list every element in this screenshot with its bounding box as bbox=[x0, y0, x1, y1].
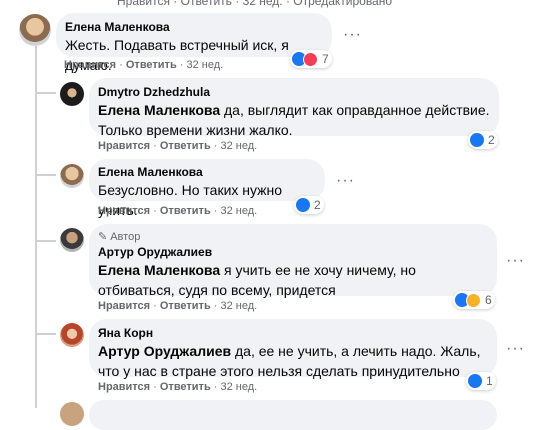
more-options-icon[interactable]: ··· bbox=[506, 252, 525, 270]
love-reaction-icon bbox=[303, 51, 318, 67]
comment-bubble: ✎ Автор Артур Оруджалиев Елена Маленкова … bbox=[89, 224, 497, 298]
comment-author[interactable]: Dmytro Dzhedzhula bbox=[98, 84, 490, 100]
like-reaction-icon bbox=[296, 198, 310, 212]
reply-connector bbox=[36, 240, 56, 242]
comment-text: Артур Оруджалиев да, ее не учить, а лечи… bbox=[98, 343, 481, 379]
avatar[interactable] bbox=[19, 14, 51, 46]
avatar[interactable] bbox=[60, 164, 84, 188]
timestamp[interactable]: 32 нед. bbox=[187, 59, 224, 71]
reply-button[interactable]: Ответить bbox=[160, 381, 211, 393]
reaction-count: 1 bbox=[486, 374, 493, 388]
timestamp[interactable]: 32 нед. bbox=[221, 381, 258, 393]
timestamp[interactable]: 32 нед. bbox=[221, 140, 258, 152]
author-badge: ✎ Автор bbox=[98, 231, 141, 243]
reply-connector bbox=[36, 174, 56, 176]
avatar[interactable] bbox=[60, 323, 84, 347]
more-options-icon[interactable]: ··· bbox=[343, 26, 362, 44]
comment-author[interactable]: Елена Маленкова bbox=[65, 19, 323, 35]
reaction-count: 2 bbox=[314, 198, 321, 212]
comment-bubble: Елена Маленкова Жесть. Подавать встречны… bbox=[56, 13, 332, 73]
like-button[interactable]: Нравится bbox=[98, 140, 150, 152]
pen-icon: ✎ bbox=[98, 231, 108, 243]
timestamp[interactable]: 32 нед. bbox=[221, 205, 258, 217]
comment-text: Елена Маленкова да, выглядит как оправда… bbox=[98, 102, 490, 138]
reactions-summary[interactable]: 1 bbox=[466, 372, 496, 390]
comment-actions: Нравится · Ответить · 32 нед. bbox=[98, 140, 258, 152]
reply-button[interactable]: Ответить bbox=[126, 59, 177, 71]
comment-author[interactable]: Елена Маленкова bbox=[98, 164, 316, 180]
haha-reaction-icon bbox=[466, 292, 481, 308]
reaction-count: 6 bbox=[485, 293, 492, 307]
more-options-icon[interactable]: ··· bbox=[506, 340, 525, 358]
comment-actions: Нравится · Ответить · 32 нед. bbox=[64, 59, 224, 71]
reply-button[interactable]: Ответить bbox=[160, 300, 211, 312]
like-button[interactable]: Нравится bbox=[98, 300, 150, 312]
reply-button[interactable]: Ответить bbox=[160, 205, 211, 217]
comment-bubble: Яна Корн Артур Оруджалиев да, ее не учит… bbox=[89, 319, 497, 379]
like-button[interactable]: Нравится bbox=[98, 381, 150, 393]
like-button[interactable]: Нравится bbox=[64, 59, 116, 71]
like-reaction-icon bbox=[470, 133, 484, 147]
reactions-summary[interactable]: 6 bbox=[453, 291, 495, 309]
comment-actions: Нравится · Ответить · 32 нед. bbox=[98, 300, 258, 312]
avatar[interactable] bbox=[60, 402, 84, 426]
comment-bubble bbox=[89, 400, 497, 430]
like-button[interactable]: Нравится bbox=[98, 205, 150, 217]
comment-actions: Нравится · Ответить · 32 нед. bbox=[98, 381, 258, 393]
more-options-icon[interactable]: ··· bbox=[336, 172, 355, 190]
mention-link[interactable]: Артур Оруджалиев bbox=[98, 343, 231, 359]
mention-link[interactable]: Елена Маленкова bbox=[98, 262, 220, 278]
comment-author[interactable]: Яна Корн bbox=[98, 325, 488, 341]
reaction-count: 7 bbox=[322, 52, 329, 66]
mention-link[interactable]: Елена Маленкова bbox=[98, 102, 220, 118]
avatar[interactable] bbox=[60, 228, 84, 252]
comment-actions: Нравится · Ответить · 32 нед. bbox=[98, 205, 258, 217]
like-reaction-icon bbox=[468, 374, 482, 388]
reply-connector bbox=[36, 333, 56, 335]
reply-connector bbox=[36, 92, 56, 94]
comment-author[interactable]: Артур Оруджалиев bbox=[98, 244, 488, 260]
reactions-summary[interactable]: 2 bbox=[468, 131, 498, 149]
avatar[interactable] bbox=[60, 82, 84, 106]
thread-line bbox=[35, 42, 37, 408]
reaction-count: 2 bbox=[488, 133, 495, 147]
reply-button[interactable]: Ответить bbox=[160, 140, 211, 152]
previous-comment-actions: Нравится · Ответить · 32 нед. · Отредакт… bbox=[117, 0, 393, 8]
comment-bubble: Dmytro Dzhedzhula Елена Маленкова да, вы… bbox=[89, 78, 499, 138]
comment-text: Елена Маленкова я учить ее не хочу ничем… bbox=[98, 262, 416, 298]
comment-bubble: Елена Маленкова Безусловно. Но таких нуж… bbox=[89, 159, 325, 218]
timestamp[interactable]: 32 нед. bbox=[221, 300, 258, 312]
reactions-summary[interactable]: 2 bbox=[294, 196, 324, 214]
reactions-summary[interactable]: 7 bbox=[290, 50, 332, 68]
